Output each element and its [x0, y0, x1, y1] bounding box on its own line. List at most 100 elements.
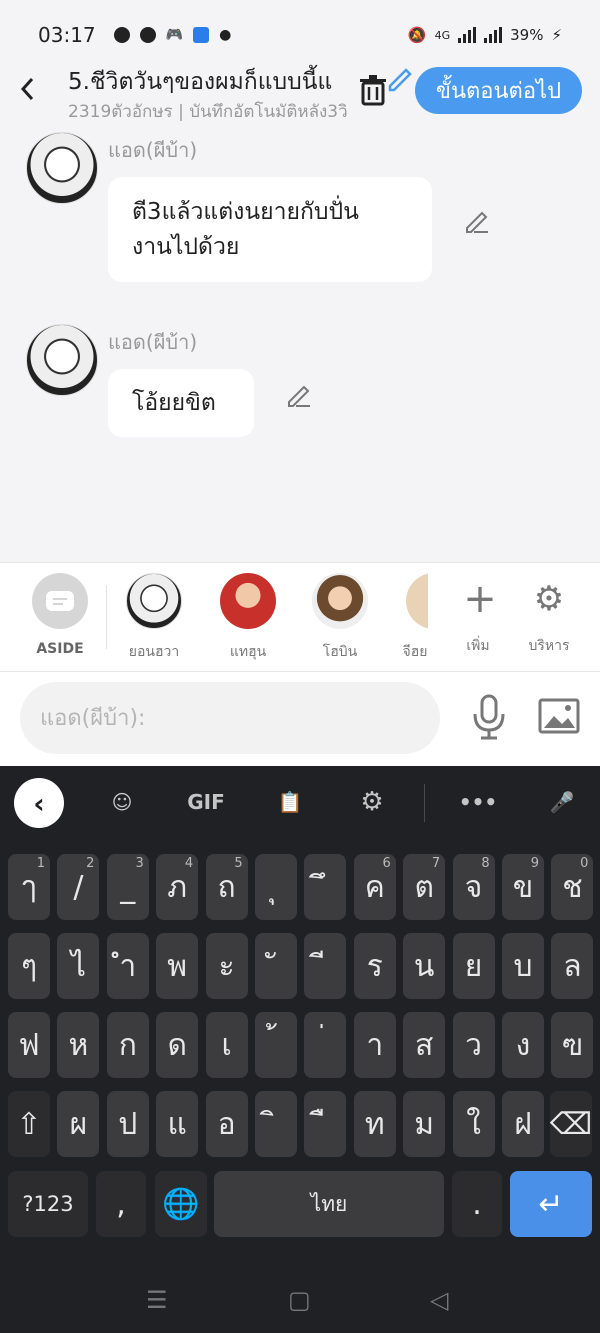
key[interactable]: ไ: [57, 933, 100, 999]
key-label: ะ: [218, 948, 235, 984]
home-icon[interactable]: ▢: [288, 1286, 311, 1314]
emoji-comma-key[interactable]: ,: [96, 1171, 146, 1237]
key-label: /: [73, 869, 84, 905]
voice-input-icon[interactable]: 🎤: [542, 784, 582, 820]
key[interactable]: ฝ: [502, 1091, 544, 1157]
backspace-key[interactable]: ⌫: [550, 1091, 592, 1157]
key[interactable]: ฟ: [8, 1012, 50, 1078]
edit-message-icon[interactable]: [464, 208, 490, 234]
key[interactable]: เ: [205, 1012, 248, 1078]
key[interactable]: ื: [304, 1091, 347, 1157]
key[interactable]: ต7: [403, 854, 446, 920]
edit-title-icon[interactable]: [386, 64, 414, 92]
key[interactable]: ว: [452, 1012, 495, 1078]
microphone-icon[interactable]: [470, 694, 508, 740]
key[interactable]: ข9: [502, 854, 544, 920]
character-item[interactable]: แทฮุน: [216, 573, 280, 663]
key[interactable]: ร: [353, 933, 396, 999]
key[interactable]: ำ: [106, 933, 149, 999]
more-icon[interactable]: •••: [458, 784, 498, 820]
key[interactable]: ๆ: [8, 933, 50, 999]
key[interactable]: ภ4: [156, 854, 199, 920]
avatar[interactable]: [26, 132, 98, 204]
enter-key[interactable]: ↵: [510, 1171, 592, 1237]
key[interactable]: น: [403, 933, 446, 999]
key[interactable]: ล: [551, 933, 594, 999]
key[interactable]: ้: [255, 1012, 297, 1078]
key[interactable]: อ: [205, 1091, 248, 1157]
clipboard-icon[interactable]: 📋: [270, 784, 310, 820]
key-label: ด: [167, 1027, 187, 1063]
key-label: ก: [118, 1027, 137, 1063]
key[interactable]: ๅ1: [8, 854, 50, 920]
avatar[interactable]: [26, 324, 98, 396]
key[interactable]: ั: [255, 933, 297, 999]
key[interactable]: ิ: [255, 1091, 297, 1157]
character-item[interactable]: ยอนฮวา: [122, 573, 186, 663]
key-label: _: [120, 869, 136, 905]
key[interactable]: ่: [304, 1012, 347, 1078]
key[interactable]: ย: [452, 933, 495, 999]
message-bubble[interactable]: โอ้ยยขิต: [108, 369, 254, 437]
character-aside[interactable]: ASIDE: [30, 573, 90, 657]
keyboard-collapse-button[interactable]: ‹: [14, 778, 64, 828]
manage-characters-button[interactable]: ⚙ บริหาร: [520, 573, 578, 657]
sticker-icon[interactable]: ☺: [102, 784, 142, 820]
story-title[interactable]: 5.ชีวิตวันๆของผมก็แบบนี้แ: [68, 64, 368, 100]
key[interactable]: /2: [57, 854, 100, 920]
message-text: โอ้ยยขิต: [132, 389, 216, 416]
key[interactable]: ึ: [304, 854, 347, 920]
key[interactable]: ก: [106, 1012, 149, 1078]
character-item[interactable]: จีฮย: [402, 573, 428, 663]
next-step-button[interactable]: ขั้นตอนต่อไป: [415, 67, 582, 114]
message-text: ตี3แล้วแต่งนยายกับปั่น: [132, 198, 359, 225]
app-blue-icon: [193, 27, 210, 43]
key[interactable]: ค6: [353, 854, 396, 920]
key[interactable]: ป: [106, 1091, 149, 1157]
key[interactable]: ช0: [551, 854, 594, 920]
key[interactable]: า: [353, 1012, 396, 1078]
period-key[interactable]: .: [452, 1171, 502, 1237]
key[interactable]: บ: [502, 933, 544, 999]
character-item[interactable]: โฮบิน: [308, 573, 372, 663]
app-z-icon: [139, 27, 156, 43]
key[interactable]: จ8: [452, 854, 495, 920]
key[interactable]: ฃ: [551, 1012, 594, 1078]
symbols-key[interactable]: ?123: [8, 1171, 88, 1237]
key[interactable]: ท: [353, 1091, 396, 1157]
key-label: ย: [464, 948, 483, 984]
back-nav-icon[interactable]: ◁: [430, 1286, 448, 1314]
key[interactable]: พ: [156, 933, 199, 999]
language-globe-key[interactable]: 🌐: [155, 1171, 207, 1237]
key[interactable]: ง: [502, 1012, 544, 1078]
key[interactable]: ใ: [452, 1091, 495, 1157]
settings-gear-icon[interactable]: ⚙: [352, 784, 392, 820]
space-key[interactable]: ไทย: [214, 1171, 444, 1237]
key[interactable]: ี: [304, 933, 347, 999]
key[interactable]: แ: [156, 1091, 199, 1157]
key[interactable]: _ 3: [106, 854, 149, 920]
key[interactable]: ะ: [205, 933, 248, 999]
signal2-icon: [484, 27, 503, 43]
key[interactable]: ุ: [255, 854, 297, 920]
message-bubble[interactable]: ตี3แล้วแต่งนยายกับปั่น งานไปด้วย: [108, 177, 432, 282]
key[interactable]: ส: [403, 1012, 446, 1078]
key[interactable]: ห: [57, 1012, 100, 1078]
game-controller-icon: 🎮: [165, 27, 184, 43]
key[interactable]: ผ: [57, 1091, 100, 1157]
add-character-button[interactable]: + เพิ่ม: [452, 573, 504, 657]
keyboard-toolbar: ‹ ☺ GIF 📋 ⚙ ••• 🎤: [0, 766, 600, 840]
shift-key[interactable]: ⇧: [8, 1091, 50, 1157]
image-icon[interactable]: [538, 698, 580, 734]
gif-button[interactable]: GIF: [186, 784, 226, 820]
system-nav-bar: ☰ ▢ ◁: [0, 1266, 600, 1333]
key[interactable]: ม: [403, 1091, 446, 1157]
message-input[interactable]: [20, 682, 440, 754]
back-button[interactable]: [16, 74, 42, 104]
key[interactable]: ด: [156, 1012, 199, 1078]
edit-message-icon[interactable]: [286, 382, 312, 408]
recent-apps-icon[interactable]: ☰: [146, 1286, 168, 1314]
key[interactable]: ถ5: [205, 854, 248, 920]
trash-icon[interactable]: [358, 74, 388, 106]
key-label: จ: [464, 869, 483, 905]
